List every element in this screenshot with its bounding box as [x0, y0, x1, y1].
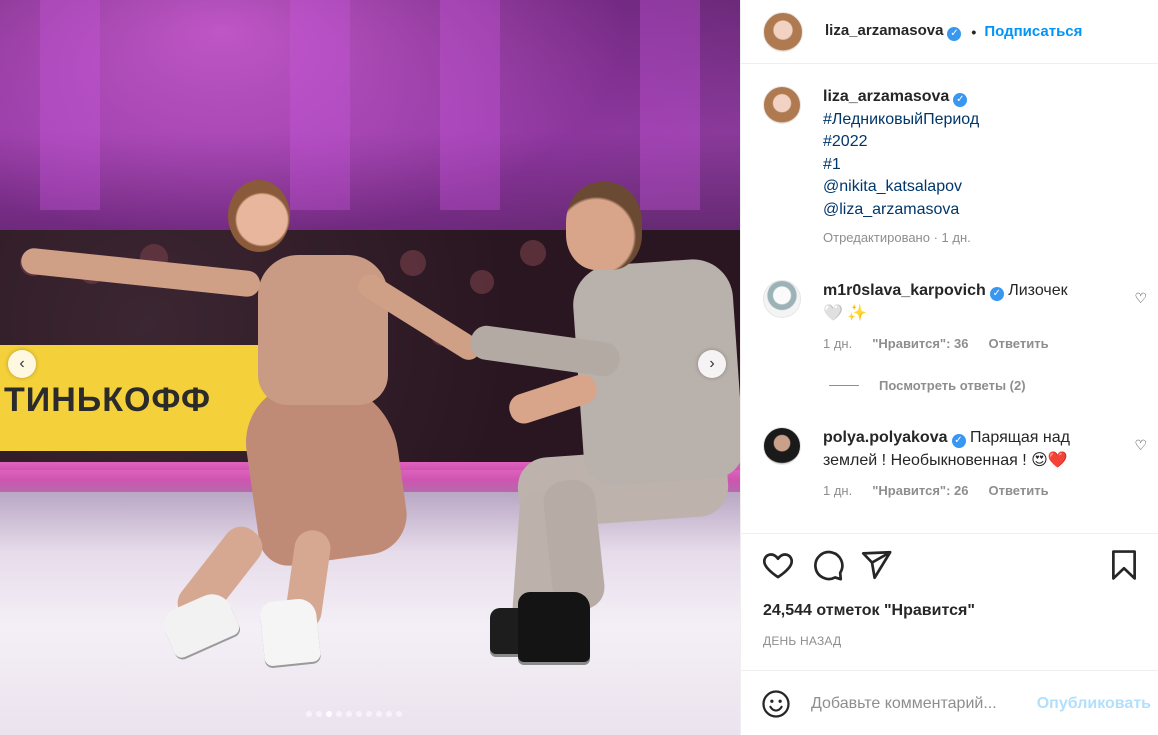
instagram-post-view: ТИНЬКОФФ ‹ › liza_arzamasova ✓ • Подписа… [0, 0, 1158, 735]
follow-button[interactable]: Подписаться [984, 23, 1082, 40]
carousel-indicator [306, 711, 402, 717]
comment-body: polya.polyakova ✓ Парящая над землей ! Не… [823, 427, 1123, 503]
comment-likes[interactable]: "Нравится": 26 [872, 480, 968, 503]
commenter-avatar[interactable] [763, 427, 801, 465]
author-avatar[interactable] [763, 86, 801, 124]
post-actions [761, 548, 1141, 582]
caption-body: liza_arzamasova ✓ #ЛедниковыйПериод #2022… [823, 86, 979, 250]
carousel-dot [326, 711, 332, 717]
heart-icon[interactable]: ♡ [1134, 290, 1147, 307]
share-icon[interactable] [859, 548, 893, 582]
partner-head [566, 182, 642, 270]
verified-badge-icon: ✓ [951, 434, 966, 448]
comment-icon[interactable] [811, 548, 845, 582]
carousel-dot [356, 711, 362, 717]
verified-badge-icon: ✓ [947, 27, 962, 41]
author-username-link[interactable]: liza_arzamasova ✓ [825, 22, 962, 41]
hashtag-link[interactable]: #ЛедниковыйПериод [823, 109, 979, 132]
comment-body: m1r0slava_karpovich ✓ Лизочек 🤍 ✨ 1 дн. "… [823, 280, 1123, 356]
header-separator: • [971, 23, 977, 40]
verified-badge-icon: ✓ [953, 93, 968, 107]
comment-age: 1 дн. [823, 483, 853, 498]
white-skate [258, 597, 322, 667]
arena-pillar [440, 0, 500, 210]
author-avatar[interactable] [763, 11, 803, 52]
comment-meta: 1 дн. "Нравится": 36 Ответить [823, 333, 1123, 356]
comment-likes[interactable]: "Нравится": 36 [872, 333, 968, 356]
carousel-dot [376, 711, 382, 717]
carousel-dot [316, 711, 322, 717]
commenter-username[interactable]: polya.polyakova [823, 429, 948, 446]
carousel-dot [336, 711, 342, 717]
add-comment-form: Опубликовать [761, 686, 1151, 722]
heart-icon[interactable] [761, 548, 795, 582]
hashtag-link[interactable]: #2022 [823, 131, 979, 154]
carousel-dot [386, 711, 392, 717]
reply-button[interactable]: Ответить [989, 480, 1049, 503]
comment-meta: 1 дн. "Нравится": 26 Ответить [823, 480, 1123, 503]
next-slide-button[interactable]: › [698, 350, 726, 378]
bookmark-icon[interactable] [1107, 548, 1141, 582]
comment-input[interactable] [811, 695, 1021, 713]
arena-pillar [290, 0, 350, 210]
reply-button[interactable]: Ответить [989, 333, 1049, 356]
post-photo[interactable]: ТИНЬКОФФ ‹ › [0, 0, 740, 735]
commenter-username[interactable]: m1r0slava_karpovich [823, 282, 986, 299]
post-timestamp[interactable]: ДЕНЬ НАЗАД [763, 634, 841, 648]
arena-pillar [640, 0, 700, 210]
arena-pillar [40, 0, 100, 210]
divider [741, 670, 1158, 671]
view-replies-button[interactable]: Посмотреть ответы (2) [829, 378, 1026, 393]
comment-item: polya.polyakova ✓ Парящая над землей ! Не… [763, 427, 1158, 503]
likes-count[interactable]: 24,544 отметок "Нравится" [763, 602, 975, 620]
comment-text: Лизочек [1008, 282, 1068, 299]
sponsor-banner-text: ТИНЬКОФФ [4, 381, 211, 419]
comment-age: 1 дн. [823, 336, 853, 351]
mention-link[interactable]: @nikita_katsalapov [823, 176, 979, 199]
carousel-dot [346, 711, 352, 717]
publish-button[interactable]: Опубликовать [1037, 695, 1151, 713]
carousel-dot [396, 711, 402, 717]
previous-slide-button[interactable]: ‹ [8, 350, 36, 378]
carousel-dot [306, 711, 312, 717]
commenter-avatar[interactable] [763, 280, 801, 318]
chevron-right-icon: › [709, 355, 715, 372]
post-header: liza_arzamasova ✓ • Подписаться [741, 0, 1158, 64]
hashtag-link[interactable]: #1 [823, 154, 979, 177]
caption-username[interactable]: liza_arzamasova [823, 88, 949, 105]
replies-divider [829, 385, 859, 386]
comment-emoji: 🤍 ✨ [823, 304, 868, 322]
comment-item: m1r0slava_karpovich ✓ Лизочек 🤍 ✨ 1 дн. "… [763, 280, 1158, 356]
skater-head [228, 180, 290, 252]
post-caption: liza_arzamasova ✓ #ЛедниковыйПериод #2022… [763, 86, 979, 250]
mention-link[interactable]: @liza_arzamasova [823, 199, 979, 222]
heart-icon[interactable]: ♡ [1134, 437, 1147, 454]
black-skate [518, 592, 590, 662]
author-username: liza_arzamasova [825, 22, 944, 39]
verified-badge-icon: ✓ [989, 287, 1004, 301]
sponsor-banner: ТИНЬКОФФ [0, 345, 282, 451]
chevron-left-icon: ‹ [19, 355, 25, 372]
caption-edited-timestamp: Отредактировано · 1 дн. [823, 230, 971, 245]
emoji-icon[interactable] [761, 689, 791, 719]
post-side-panel: liza_arzamasova ✓ • Подписаться liza_arza… [740, 0, 1158, 735]
carousel-dot [366, 711, 372, 717]
divider [741, 533, 1158, 534]
view-replies-label: Посмотреть ответы (2) [879, 378, 1026, 393]
